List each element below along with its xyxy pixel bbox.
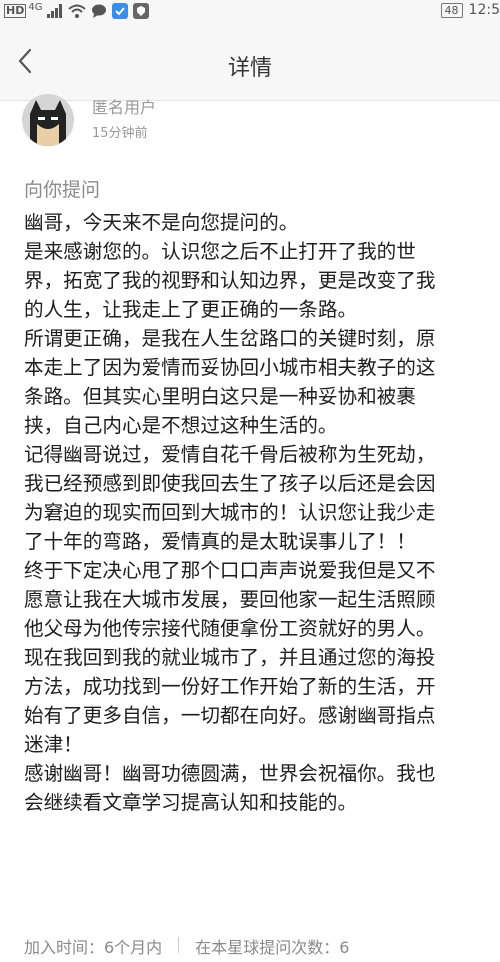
content-line: 迷津！: [24, 733, 83, 756]
signal-icon: [47, 4, 63, 18]
content-line: 现在我回到我的就业城市了，并且通过您的海投: [24, 646, 436, 669]
network-type: 4G: [28, 2, 43, 13]
question-count: 在本星球提问次数：6: [195, 938, 350, 957]
app-notification-icon: [112, 3, 129, 19]
content-line: 他父母为他传宗接代随便拿份工资就好的男人。: [24, 617, 436, 640]
username: 匿名用户: [92, 98, 157, 117]
shield-icon: [133, 3, 150, 19]
content-line: 了十年的弯路，爱情真的是太耽误事儿了！！: [24, 530, 416, 553]
content-line: 界，拓宽了我的视野和认知边界，更是改变了我: [24, 269, 436, 292]
app-bar: 详情: [0, 22, 500, 101]
hd-indicator: HD: [4, 4, 27, 18]
content-line: 挟，自己内心是不想过这种生活的。: [24, 414, 338, 437]
batman-avatar-icon: [22, 94, 74, 146]
post-time: 15分钟前: [92, 126, 148, 141]
join-time: 加入时间：6个月内: [24, 938, 163, 957]
status-bar: HD 4G 48 12:5: [0, 0, 500, 22]
content-line: 愿意让我在大城市发展，要回他家一起生活照顾: [24, 588, 436, 611]
divider: [178, 937, 180, 953]
footer-meta: 加入时间：6个月内 在本星球提问次数：6: [24, 934, 500, 958]
avatar[interactable]: [22, 94, 74, 146]
content-line: 为窘迫的现实而回到大城市的！认识您让我少走: [24, 501, 436, 524]
content-line: 会继续看文章学习提高认知和技能的。: [24, 791, 358, 814]
content-line: 是来感谢您的。认识您之后不止打开了我的世: [24, 240, 416, 263]
user-info: 匿名用户 15分钟前: [0, 94, 500, 160]
page-title: 详情: [227, 56, 272, 81]
wifi-icon: [68, 4, 87, 18]
content-line: 所谓更正确，是我在人生岔路口的关键时刻，原: [24, 327, 436, 350]
message-icon: [92, 4, 107, 18]
content-line: 始有了更多自信，一切都在向好。感谢幽哥指点: [24, 704, 436, 727]
question-content: 幽哥，今天来不是向您提问的。 是来感谢您的。认识您之后不止打开了我的世 界，拓宽…: [24, 208, 500, 908]
clock: 12:5: [468, 2, 500, 18]
content-line: 我已经预感到即使我回去生了孩子以后还是会因: [24, 472, 436, 495]
content-line: 记得幽哥说过，爱情自花千骨后被称为生死劫，: [24, 443, 436, 466]
content-line: 本走上了因为爱情而妥协回小城市相夫教子的这: [24, 356, 436, 379]
content-line: 幽哥，今天来不是向您提问的。: [24, 211, 299, 234]
content-line: 方法，成功找到一份好工作开始了新的生活，开: [24, 675, 436, 698]
content-line: 终于下定决心甩了那个口口声声说爱我但是又不: [24, 559, 436, 582]
question-label: 向你提问: [24, 179, 101, 201]
content-line: 的人生，让我走上了更正确的一条路。: [24, 298, 358, 321]
battery-indicator: 48: [440, 2, 463, 18]
content-line: 感谢幽哥！幽哥功德圆满，世界会祝福你。我也: [24, 762, 436, 785]
content-line: 条路。但其实心里明白这只是一种妥协和被裹: [24, 385, 416, 408]
